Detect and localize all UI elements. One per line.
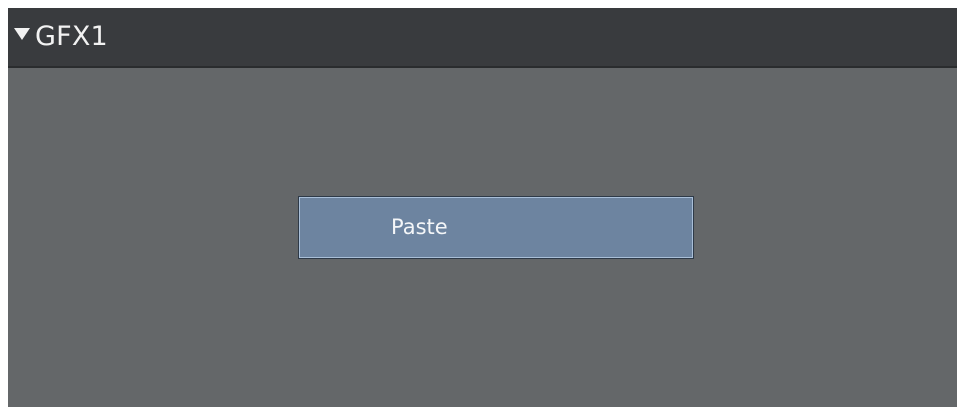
paste-button-label: Paste [391,215,448,239]
panel-title: GFX1 [35,21,108,52]
paste-button[interactable]: Paste [298,196,694,259]
collapse-triangle-icon[interactable] [14,28,30,40]
gfx-panel: GFX1 Paste [8,8,957,407]
panel-header[interactable]: GFX1 [8,8,957,68]
